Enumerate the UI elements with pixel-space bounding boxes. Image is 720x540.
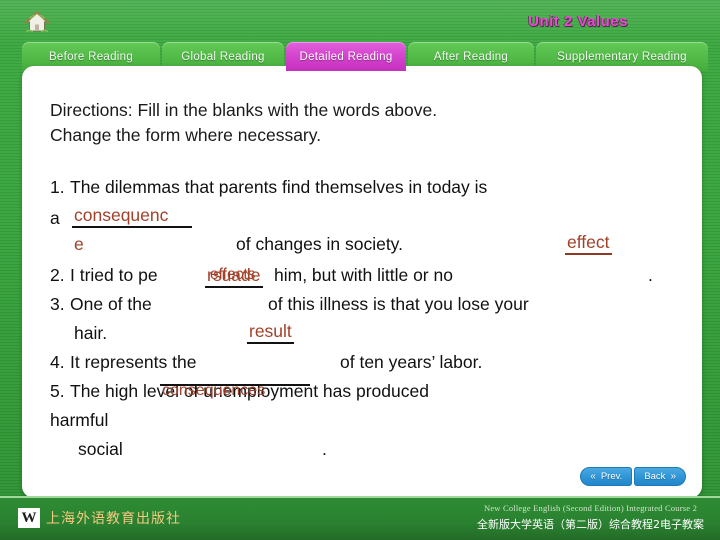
publisher-logo: W 上海外语教育出版社 — [18, 508, 181, 528]
course-title-en: New College English (Second Edition) Int… — [483, 503, 698, 513]
item-number: 2. — [50, 265, 65, 285]
item-2-text-tail: him, but with little or no — [274, 265, 453, 285]
directions: Directions: Fill in the blanks with the … — [50, 98, 670, 149]
exercise-item-5-line-3: social . — [50, 439, 678, 470]
exercise-item-1-line-2: a consequenc — [50, 205, 678, 234]
exercise-item-4: 4. It represents the of ten years’ labor… — [50, 352, 678, 383]
tab-label: Global Reading — [181, 50, 265, 63]
tab-detailed-reading[interactable]: Detailed Reading — [286, 42, 406, 71]
course-title-cn: 全新版大学英语（第二版）综合教程2电子教案 — [477, 518, 704, 531]
exercise-item-3-line-2: hair. result — [50, 321, 678, 354]
item-1-article: a — [50, 208, 60, 228]
publisher-name: 上海外语教育出版社 — [46, 511, 181, 527]
item-2-period: . — [648, 265, 653, 285]
chevron-double-right-icon: » — [670, 470, 676, 482]
slide-background: Unit 2 Values Before Reading Global Read… — [0, 0, 720, 540]
header: Unit 2 Values — [0, 0, 720, 44]
item-number: 5. — [50, 381, 65, 401]
back-button[interactable]: Back » — [634, 467, 686, 486]
answer-text: consequences — [162, 382, 266, 399]
page-title: Unit 2 Values — [528, 13, 628, 30]
tab-label: Supplementary Reading — [557, 50, 687, 63]
item-4-text: It represents the — [70, 352, 197, 372]
item-4-text-tail: of ten years’ labor. — [340, 352, 483, 372]
prev-button[interactable]: « Prev. — [580, 467, 633, 486]
answer-blank-1-overflow: e — [74, 234, 84, 254]
chevron-double-left-icon: « — [590, 470, 596, 482]
tab-label: Before Reading — [48, 50, 134, 63]
item-1-text: The dilemmas that parents find themselve… — [70, 177, 488, 197]
answer-blank-2[interactable]: effect — [565, 232, 612, 255]
item-3-text-tail: of this illness is that you lose your — [268, 294, 529, 314]
exercise-item-1: 1. The dilemmas that parents find themse… — [50, 177, 678, 208]
footer: W 上海外语教育出版社 New College English (Second … — [0, 496, 720, 540]
exercise-item-5: 5. The high level of unemployment has pr… — [50, 381, 678, 412]
item-5-text-cont-2: social — [78, 439, 123, 459]
directions-line-1: Directions: Fill in the blanks with the … — [50, 100, 438, 120]
exercise-item-5-line-2: harmful — [50, 410, 678, 441]
answer-blank-4[interactable]: result — [247, 321, 294, 344]
exercise-list: 1. The dilemmas that parents find themse… — [50, 177, 678, 470]
tab-label: After Reading — [433, 50, 509, 63]
answer-blank-5[interactable]: consequences — [160, 383, 310, 399]
navigation-buttons: « Prev. Back » — [580, 467, 686, 486]
item-number: 1. — [50, 177, 65, 197]
content-card: Directions: Fill in the blanks with the … — [22, 66, 702, 498]
item-3-text-cont: hair. — [74, 323, 108, 343]
item-number: 4. — [50, 352, 65, 372]
item-1-text-tail: of changes in society. — [236, 234, 403, 254]
exercise-item-3: 3. One of the of this illness is that yo… — [50, 294, 678, 325]
answer-blank-1[interactable]: consequenc — [72, 205, 192, 228]
prev-button-label: Prev. — [600, 471, 623, 482]
item-5-period: . — [322, 439, 327, 459]
overlay-answer-effects: effects — [210, 266, 256, 283]
answer-text: result — [249, 321, 292, 341]
directions-line-2: Change the form where necessary. — [50, 125, 322, 146]
exercise-item-2: 2. I tried to pe rsuade effects him, but… — [50, 265, 678, 296]
tab-label: Detailed Reading — [299, 50, 393, 63]
home-icon[interactable] — [24, 10, 50, 34]
item-2-text: I tried to pe — [70, 265, 158, 285]
item-3-text: One of the — [70, 294, 152, 314]
answer-text: consequenc — [74, 205, 169, 225]
answer-text: effect — [567, 232, 610, 252]
exercise-item-1-line-3: e of changes in society. effect — [50, 232, 678, 267]
item-number: 3. — [50, 294, 65, 314]
publisher-mark-icon: W — [18, 508, 40, 528]
item-5-text-cont: harmful — [50, 410, 109, 430]
back-button-label: Back — [644, 471, 666, 482]
course-info: New College English (Second Edition) Int… — [477, 503, 704, 532]
